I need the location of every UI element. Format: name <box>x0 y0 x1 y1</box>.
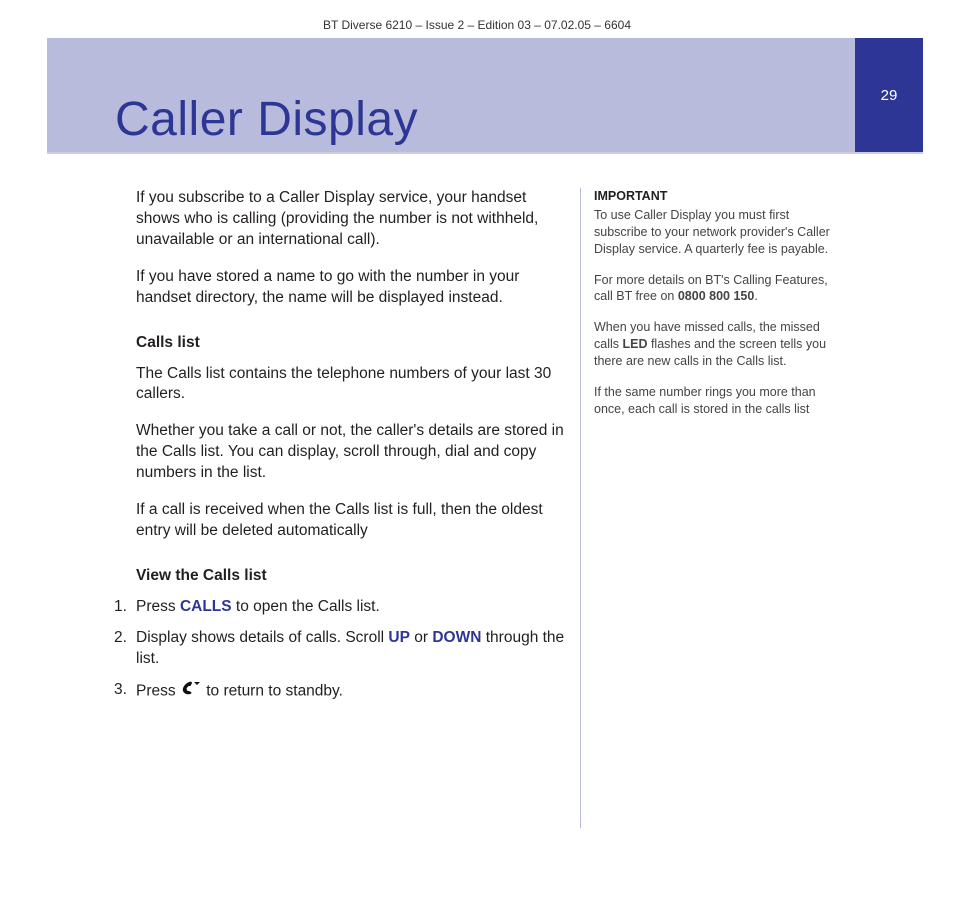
heading-calls-list: Calls list <box>136 333 566 354</box>
step-text: Press <box>136 598 180 615</box>
keyword-down: DOWN <box>432 629 481 646</box>
step-text: or <box>410 629 432 646</box>
heading-view-calls-list: View the Calls list <box>136 566 566 587</box>
step-3: Press to return to standby. <box>136 680 566 703</box>
main-column: If you subscribe to a Caller Display ser… <box>136 188 566 713</box>
important-body: To use Caller Display you must first sub… <box>594 207 844 258</box>
important-heading: IMPORTANT <box>594 188 844 205</box>
calls-list-p3: If a call is received when the Calls lis… <box>136 500 566 542</box>
step-text: to return to standby. <box>202 682 343 699</box>
phone-handset-icon <box>180 680 202 703</box>
sidebar-same-number: If the same number rings you more than o… <box>594 384 844 418</box>
step-2: Display shows details of calls. Scroll U… <box>136 628 566 670</box>
sidebar-column: IMPORTANT To use Caller Display you must… <box>594 188 844 432</box>
page-title: Caller Display <box>115 92 418 147</box>
page-number-badge: 29 <box>855 38 923 152</box>
calls-list-p2: Whether you take a call or not, the call… <box>136 421 566 484</box>
phone-number: 0800 800 150 <box>678 289 754 303</box>
step-text: Press <box>136 682 180 699</box>
keyword-up: UP <box>388 629 410 646</box>
document-header: BT Diverse 6210 – Issue 2 – Edition 03 –… <box>0 18 954 32</box>
sidebar-missed-calls: When you have missed calls, the missed c… <box>594 319 844 370</box>
column-divider <box>580 188 581 828</box>
step-text: Display shows details of calls. Scroll <box>136 629 388 646</box>
steps-list: Press CALLS to open the Calls list. Disp… <box>136 597 566 703</box>
intro-paragraph-1: If you subscribe to a Caller Display ser… <box>136 188 566 251</box>
title-underline <box>47 152 923 154</box>
keyword-calls: CALLS <box>180 598 232 615</box>
keyword-led: LED <box>622 337 647 351</box>
step-text: to open the Calls list. <box>232 598 380 615</box>
sidebar-text: . <box>754 289 757 303</box>
intro-paragraph-2: If you have stored a name to go with the… <box>136 267 566 309</box>
calls-list-p1: The Calls list contains the telephone nu… <box>136 364 566 406</box>
sidebar-more-details: For more details on BT's Calling Feature… <box>594 272 844 306</box>
page-number: 29 <box>881 87 898 104</box>
step-1: Press CALLS to open the Calls list. <box>136 597 566 618</box>
